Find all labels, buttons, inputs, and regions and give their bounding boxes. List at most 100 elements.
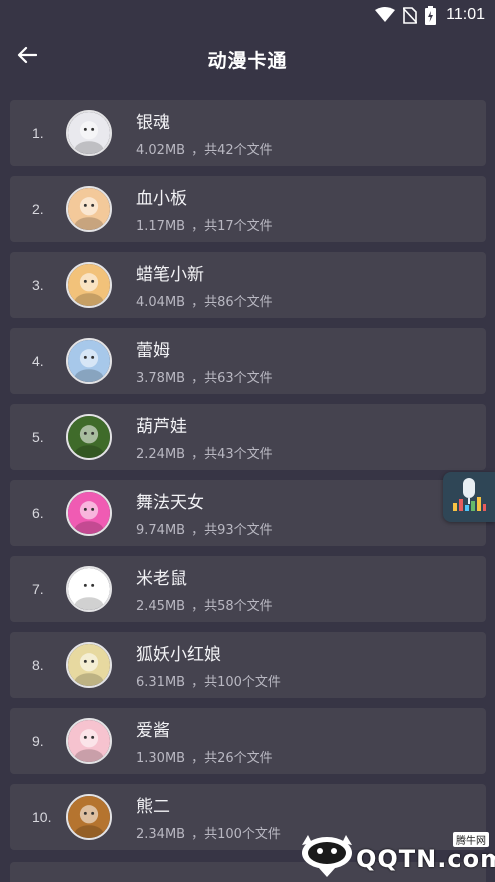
item-text: 米老鼠 2.45MB ，共58个文件 — [136, 564, 273, 614]
item-count: ，共43个文件 — [191, 447, 273, 462]
item-count: ，共86个文件 — [191, 295, 273, 310]
item-title: 蜡笔小新 — [136, 265, 204, 285]
item-title: 舞法天女 — [136, 493, 204, 513]
item-title: 米老鼠 — [136, 569, 187, 589]
item-text: 葫芦娃 2.24MB ，共43个文件 — [136, 412, 273, 462]
item-index: 1. — [32, 125, 44, 141]
app-bar: 动漫卡通 — [0, 30, 495, 88]
list-item-1[interactable]: 1. 银魂 4.02MB ，共42个文件 — [10, 100, 486, 166]
avatar — [66, 110, 112, 156]
item-title: 爱酱 — [136, 721, 170, 741]
item-count: ，共26个文件 — [191, 751, 273, 766]
item-title: 蕾姆 — [136, 341, 170, 361]
item-meta: 1.17MB ，共17个文件 — [136, 215, 273, 234]
item-count: ，共63个文件 — [191, 371, 273, 386]
wifi-icon — [375, 7, 396, 23]
arrow-left-icon — [17, 46, 38, 68]
screen: 11:01 动漫卡通 1. 银魂 4.02MB ，共42个文件 2. 血小板 1… — [0, 0, 495, 882]
item-index: 9. — [32, 733, 44, 749]
avatar — [66, 338, 112, 384]
item-size: 9.74MB — [136, 523, 186, 538]
item-index: 4. — [32, 353, 44, 369]
item-size: 2.34MB — [136, 827, 186, 842]
item-count: ，共100个文件 — [191, 675, 281, 690]
avatar-image-icon — [68, 796, 110, 838]
item-size: 2.45MB — [136, 599, 186, 614]
microphone-equalizer-icon — [449, 475, 489, 519]
item-text: 蜡笔小新 4.04MB ，共86个文件 — [136, 260, 273, 310]
item-meta: 6.31MB ，共100个文件 — [136, 671, 281, 690]
item-title: 葫芦娃 — [136, 417, 187, 437]
item-meta: 3.78MB ，共63个文件 — [136, 367, 273, 386]
no-sim-icon — [403, 6, 418, 24]
status-time: 11:01 — [446, 6, 485, 23]
back-button[interactable] — [10, 40, 44, 74]
item-meta: 2.24MB ，共43个文件 — [136, 443, 273, 462]
avatar-image-icon — [68, 720, 110, 762]
item-size: 1.17MB — [136, 219, 186, 234]
item-index: 7. — [32, 581, 44, 597]
avatar-image-icon — [68, 568, 110, 610]
avatar-image-icon — [68, 340, 110, 382]
list-item-9[interactable]: 9. 爱酱 1.30MB ，共26个文件 — [10, 708, 486, 774]
list-item-5[interactable]: 5. 葫芦娃 2.24MB ，共43个文件 — [10, 404, 486, 470]
item-text: 熊二 2.34MB ，共100个文件 — [136, 792, 281, 842]
item-title: 狐妖小红娘 — [136, 645, 221, 665]
watermark-text: QQTN.com — [356, 845, 495, 873]
list-item-8[interactable]: 8. 狐妖小红娘 6.31MB ，共100个文件 — [10, 632, 486, 698]
status-bar: 11:01 — [0, 0, 495, 30]
item-size: 1.30MB — [136, 751, 186, 766]
avatar — [66, 794, 112, 840]
item-text: 银魂 4.02MB ，共42个文件 — [136, 108, 273, 158]
avatar — [66, 414, 112, 460]
item-count: ，共42个文件 — [191, 143, 273, 158]
item-size: 4.02MB — [136, 143, 186, 158]
watermark-logo-icon — [300, 833, 354, 879]
avatar-image-icon — [68, 492, 110, 534]
item-title: 银魂 — [136, 113, 170, 133]
item-index: 10. — [32, 809, 52, 825]
item-size: 3.78MB — [136, 371, 186, 386]
item-meta: 4.04MB ，共86个文件 — [136, 291, 273, 310]
avatar-image-icon — [68, 112, 110, 154]
avatar-image-icon — [68, 264, 110, 306]
page-title: 动漫卡通 — [207, 49, 288, 72]
avatar-image-icon — [68, 188, 110, 230]
list-item-4[interactable]: 4. 蕾姆 3.78MB ，共63个文件 — [10, 328, 486, 394]
avatar — [66, 262, 112, 308]
list-item-7[interactable]: 7. 米老鼠 2.45MB ，共58个文件 — [10, 556, 486, 622]
item-count: ，共58个文件 — [191, 599, 273, 614]
avatar — [66, 490, 112, 536]
item-index: 5. — [32, 429, 44, 445]
item-text: 血小板 1.17MB ，共17个文件 — [136, 184, 273, 234]
battery-charging-icon — [425, 5, 437, 25]
watermark-badge: 腾牛网 — [453, 832, 489, 847]
item-text: 爱酱 1.30MB ，共26个文件 — [136, 716, 273, 766]
item-text: 蕾姆 3.78MB ，共63个文件 — [136, 336, 273, 386]
item-index: 3. — [32, 277, 44, 293]
item-count: ，共17个文件 — [191, 219, 273, 234]
item-count: ，共100个文件 — [191, 827, 281, 842]
item-text: 舞法天女 9.74MB ，共93个文件 — [136, 488, 273, 538]
item-meta: 4.02MB ，共42个文件 — [136, 139, 273, 158]
avatar — [66, 186, 112, 232]
item-index: 2. — [32, 201, 44, 217]
list-item-6[interactable]: 6. 舞法天女 9.74MB ，共93个文件 — [10, 480, 486, 546]
avatar — [66, 642, 112, 688]
list-item-3[interactable]: 3. 蜡笔小新 4.04MB ，共86个文件 — [10, 252, 486, 318]
item-title: 血小板 — [136, 189, 187, 209]
item-title: 熊二 — [136, 797, 170, 817]
item-size: 4.04MB — [136, 295, 186, 310]
item-meta: 2.45MB ，共58个文件 — [136, 595, 273, 614]
item-text: 狐妖小红娘 6.31MB ，共100个文件 — [136, 640, 281, 690]
list-item-2[interactable]: 2. 血小板 1.17MB ，共17个文件 — [10, 176, 486, 242]
avatar-image-icon — [68, 644, 110, 686]
item-meta: 2.34MB ，共100个文件 — [136, 823, 281, 842]
avatar-image-icon — [68, 416, 110, 458]
avatar — [66, 566, 112, 612]
item-index: 6. — [32, 505, 44, 521]
avatar — [66, 718, 112, 764]
category-list: 1. 银魂 4.02MB ，共42个文件 2. 血小板 1.17MB ，共17个… — [10, 100, 486, 850]
item-count: ，共93个文件 — [191, 523, 273, 538]
voice-float-button[interactable] — [443, 472, 495, 522]
